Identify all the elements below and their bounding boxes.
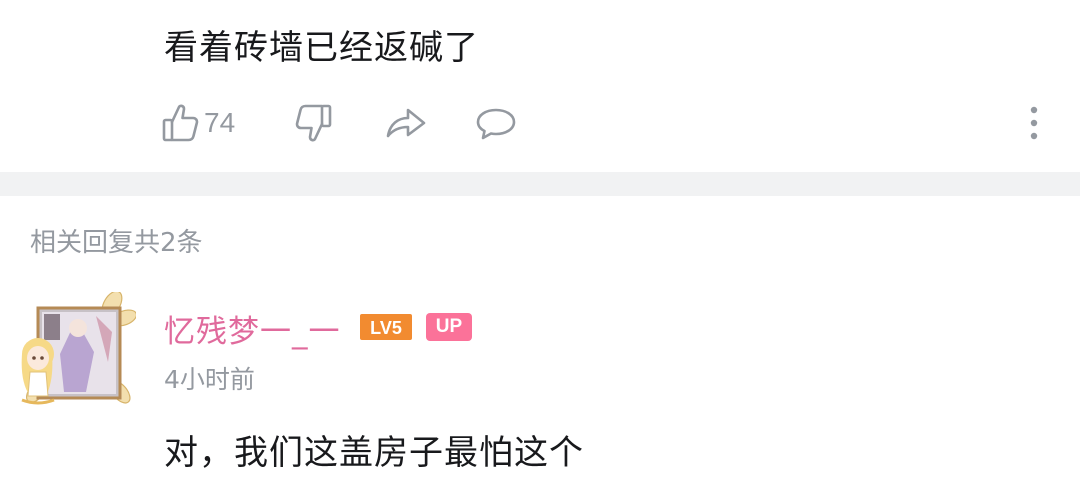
dislike-button[interactable] [294,100,334,146]
thumbs-up-icon [162,104,199,142]
reply-timestamp: 4小时前 [164,365,255,394]
avatar-image [21,290,138,405]
thumbs-down-icon [295,104,332,142]
reply-text: 对，我们这盖房子最怕这个 [164,433,584,473]
comment-text: 看着砖墙已经返碱了 [164,28,479,68]
level-badge-label: LV5 [370,318,402,338]
share-icon [386,108,426,138]
up-badge: UP [426,313,472,341]
share-button[interactable] [384,100,428,146]
level-badge: LV5 [360,314,412,340]
more-vertical-icon [1030,106,1038,140]
comment-bubble-icon [476,108,516,140]
like-count: 74 [204,107,236,138]
more-options-button[interactable] [1020,103,1048,143]
replies-count-title: 相关回复共2条 [30,228,203,258]
reply-username[interactable]: 忆残梦一_一 [164,306,341,351]
section-divider [0,172,1080,196]
like-button[interactable]: 74 [160,100,235,146]
avatar[interactable] [16,290,138,412]
reply-button[interactable] [474,100,518,146]
